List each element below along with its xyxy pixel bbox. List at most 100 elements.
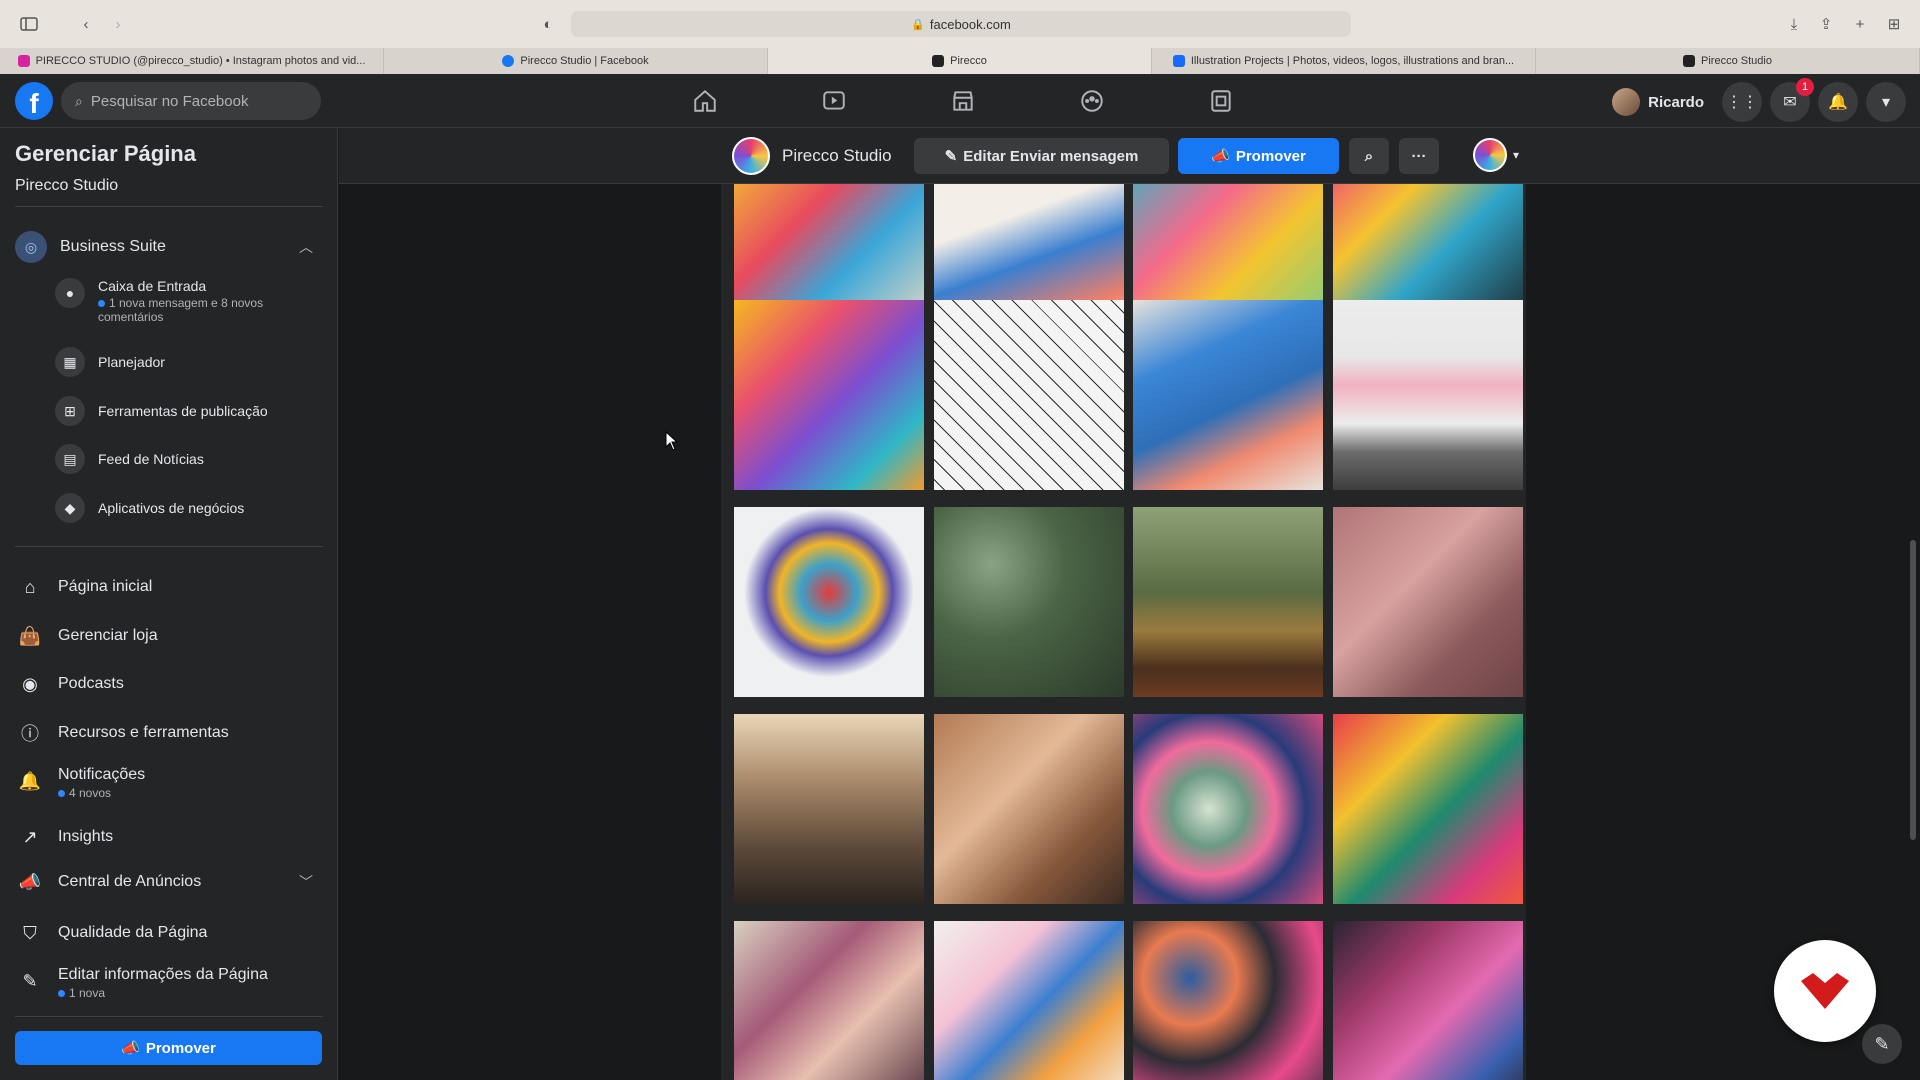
sidebar-item-page-quality[interactable]: ⛉ Qualidade da Página — [15, 918, 323, 948]
photo-paint-cups-tray[interactable] — [1133, 921, 1323, 1080]
sidebar-item-label: Caixa de Entrada — [98, 278, 207, 294]
account-dropdown-icon[interactable]: ▾ — [1866, 82, 1906, 122]
profile-chip[interactable]: Ricardo — [1608, 84, 1714, 120]
page-search-button[interactable]: ⌕ — [1349, 138, 1389, 174]
photo-notebook-closeup[interactable] — [1133, 300, 1323, 490]
sidebar-item-business-apps[interactable]: ◆ Aplicativos de negócios — [55, 493, 323, 523]
sidebar-item-business-suite[interactable]: ◎ Business Suite ︿ — [15, 231, 323, 263]
sidebar-item-label: Recursos e ferramentas — [58, 724, 229, 741]
floating-app-button[interactable] — [1774, 940, 1876, 1042]
sidebar-item-publishing-tools[interactable]: ⊞ Ferramentas de publicação — [55, 396, 323, 426]
nav-home-icon[interactable] — [640, 74, 769, 128]
sidebar-item-news-feed[interactable]: ▤ Feed de Notícias — [55, 444, 323, 474]
edit-info-note-text: 1 nova — [69, 986, 106, 1000]
browser-toolbar: ‹ › ◐ 🔒 facebook.com ⤓ ⇪ + ⊞ — [0, 0, 1920, 48]
browser-tab-vimeo[interactable]: Pirecco Studio — [1536, 48, 1920, 74]
promote-button[interactable]: 📣 Promover — [1178, 138, 1339, 174]
browser-tab-pirecco[interactable]: Pirecco — [768, 48, 1152, 74]
sidebar-item-manage-shop[interactable]: 👜 Gerenciar loja — [15, 621, 323, 651]
sidebar-toggle-icon[interactable] — [15, 10, 43, 38]
back-icon[interactable]: ‹ — [72, 10, 100, 38]
bell-icon: 🔔 — [18, 770, 42, 791]
tab-overview-icon[interactable]: ⊞ — [1880, 10, 1908, 38]
edit-send-message-button[interactable]: ✎ Editar Enviar mensagem — [914, 138, 1169, 174]
messenger-icon[interactable]: ✉ 1 — [1770, 78, 1814, 122]
shield-icon: ⛉ — [23, 922, 37, 943]
photo-painted-leaf[interactable] — [734, 507, 924, 697]
photo-studio-room[interactable] — [734, 714, 924, 904]
photo-line-art-drawing[interactable] — [934, 300, 1124, 490]
shield-privacy-icon[interactable]: ◐ — [534, 10, 562, 38]
sidebar-item-ads-center[interactable]: 📣 Central de Anúncios ﹀ — [15, 867, 323, 897]
megaphone-icon: 📣 — [121, 1040, 140, 1057]
page-name[interactable]: Pirecco Studio — [782, 146, 892, 166]
sidebar-item-label: Aplicativos de negócios — [98, 500, 245, 516]
more-options-button[interactable]: ··· — [1399, 138, 1439, 174]
sidebar-item-label: Central de Anúncios — [58, 873, 202, 890]
sidebar-item-label: Podcasts — [58, 675, 124, 692]
photo-paint-palette[interactable] — [1133, 714, 1323, 904]
photo-brushes-on-paper[interactable] — [934, 714, 1124, 904]
photo-paint-swatch-bright[interactable] — [1333, 714, 1523, 904]
forward-icon[interactable]: › — [104, 10, 132, 38]
sidebar-item-label: Gerenciar loja — [58, 627, 158, 644]
home-icon: ⌂ — [24, 576, 36, 597]
sidebar-item-planner[interactable]: ▦ Planejador — [55, 347, 323, 377]
shopping-bag-icon: 👜 — [18, 625, 42, 646]
sidebar-item-podcasts[interactable]: ◉ Podcasts — [15, 669, 323, 699]
photo-feet-on-pink-floor[interactable] — [1333, 507, 1523, 697]
address-bar[interactable]: 🔒 facebook.com — [571, 11, 1351, 37]
profile-name: Ricardo — [1648, 93, 1704, 111]
nav-groups-icon[interactable] — [1027, 74, 1156, 128]
podcast-icon: ◉ — [22, 673, 38, 694]
share-icon[interactable]: ⇪ — [1812, 10, 1840, 38]
nav-marketplace-icon[interactable] — [898, 74, 1027, 128]
search-icon: ⌕ — [1364, 147, 1374, 165]
compose-message-icon[interactable]: ✎ — [1862, 1024, 1902, 1064]
facebook-search-input[interactable]: ⌕ Pesquisar no Facebook — [61, 82, 321, 120]
instagram-icon — [17, 55, 30, 67]
photo-framed-print-on-wall[interactable] — [1333, 300, 1523, 490]
edit-info-note: 1 nova — [58, 986, 268, 1000]
menu-grid-icon[interactable]: ⋮⋮ — [1722, 82, 1762, 122]
facebook-logo-icon[interactable]: f — [15, 82, 53, 120]
photo-grid — [721, 184, 1526, 1080]
browser-tab-instagram[interactable]: PIRECCO STUDIO (@pirecco_studio) • Insta… — [0, 48, 384, 74]
photo-plants-with-flowers[interactable] — [934, 507, 1124, 697]
sidebar-item-notifications[interactable]: 🔔 Notificações 4 novos — [15, 766, 323, 800]
chevron-up-icon[interactable]: ︿ — [299, 237, 313, 257]
browser-tab-behance[interactable]: Illustration Projects | Photos, videos, … — [1152, 48, 1536, 74]
business-suite-icon: ◎ — [15, 231, 47, 263]
insights-icon: ↗ — [22, 826, 38, 847]
photo-artwork-sheet[interactable] — [934, 921, 1124, 1080]
page-scrollbar[interactable] — [1910, 540, 1916, 840]
sidebar-promote-button[interactable]: 📣 Promover — [15, 1031, 322, 1065]
sidebar-item-resources[interactable]: ⓘ Recursos e ferramentas — [15, 718, 323, 748]
tab-label: Pirecco — [950, 55, 987, 67]
photo-paint-mix-texture[interactable] — [734, 921, 924, 1080]
photo-paint-jars[interactable] — [1333, 921, 1523, 1080]
sidebar-item-inbox[interactable]: ● Caixa de Entrada 1 nova mensagem e 8 n… — [55, 278, 323, 324]
sidebar-item-home[interactable]: ⌂ Página inicial — [15, 572, 323, 602]
nav-watch-icon[interactable] — [769, 74, 898, 128]
sidebar-item-insights[interactable]: ↗ Insights — [15, 822, 323, 852]
chat-icon: ● — [55, 278, 85, 308]
sidebar-item-edit-page-info[interactable]: ✎ Editar informações da Página 1 nova — [15, 966, 323, 1000]
photo-plants-and-cups[interactable] — [1133, 507, 1323, 697]
tab-label: PIRECCO STUDIO (@pirecco_studio) • Insta… — [35, 55, 366, 67]
notifications-icon[interactable]: 🔔 — [1818, 82, 1858, 122]
page-switcher[interactable]: ▾ — [1473, 138, 1519, 172]
pirecco-icon — [932, 55, 945, 67]
search-icon: ⌕ — [75, 92, 83, 109]
divider — [15, 1016, 323, 1017]
more-icon: ··· — [1411, 147, 1427, 165]
browser-tab-facebook[interactable]: Pirecco Studio | Facebook — [384, 48, 768, 74]
chevron-down-icon[interactable]: ﹀ — [299, 872, 313, 892]
megaphone-icon: 📣 — [1211, 148, 1230, 165]
new-tab-icon[interactable]: + — [1846, 10, 1874, 38]
photo-totem-illustration[interactable] — [734, 300, 924, 490]
page-avatar[interactable] — [732, 137, 770, 175]
download-icon[interactable]: ⤓ — [1780, 10, 1808, 38]
nav-gaming-icon[interactable] — [1156, 74, 1285, 128]
megaphone-icon: 📣 — [18, 871, 42, 892]
